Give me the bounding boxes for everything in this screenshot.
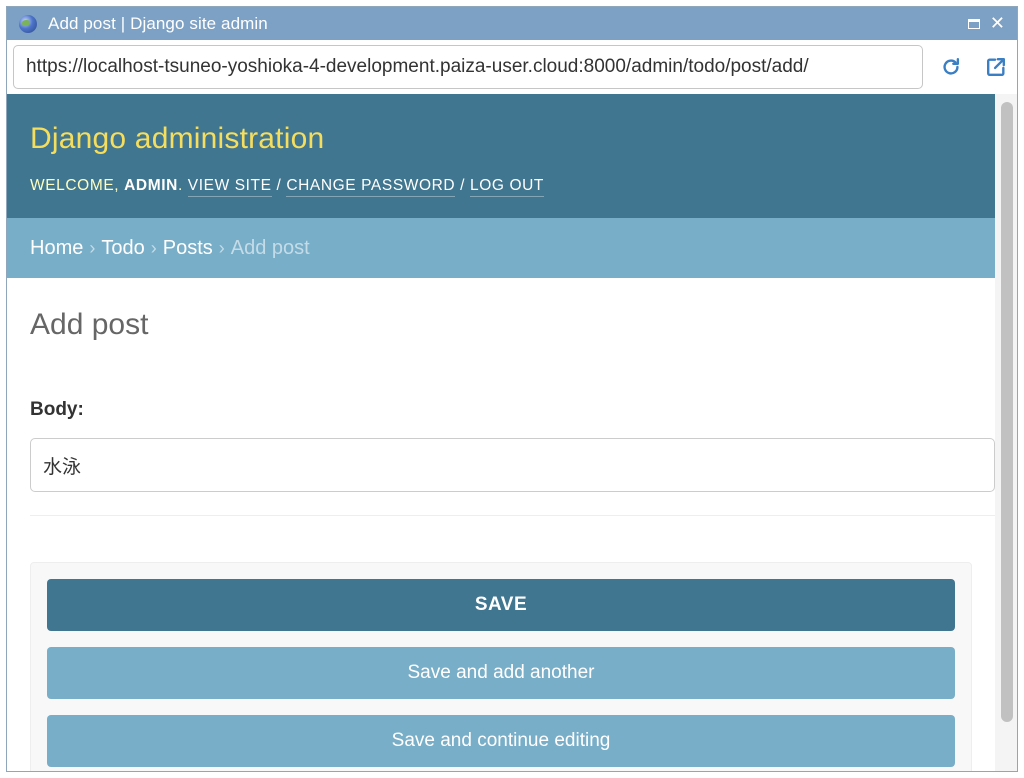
breadcrumb-home[interactable]: Home [30, 237, 83, 260]
admin-header: Django administration Welcome, admin. Vi… [7, 94, 995, 218]
separator: / [276, 177, 282, 194]
log-out-link[interactable]: Log out [470, 177, 544, 197]
save-and-continue-button[interactable]: Save and continue editing [47, 715, 955, 767]
user-tools: Welcome, admin. View site / Change passw… [30, 177, 544, 197]
period: . [177, 177, 183, 194]
save-button[interactable]: SAVE [47, 579, 955, 631]
welcome-text: Welcome, [30, 177, 120, 194]
django-admin-page: Django administration Welcome, admin. Vi… [7, 94, 995, 771]
body-input[interactable] [30, 438, 995, 492]
address-bar-row [7, 40, 1017, 94]
separator: / [460, 177, 466, 194]
globe-icon [19, 14, 37, 33]
reload-button[interactable] [937, 53, 965, 81]
body-label: Body: [30, 399, 84, 420]
external-link-icon [987, 58, 1005, 76]
user-name: admin [124, 177, 178, 194]
open-external-button[interactable] [982, 53, 1010, 81]
window-controls: ✕ [967, 7, 1005, 40]
page-title: Add post [30, 308, 149, 341]
maximize-icon[interactable] [967, 18, 980, 29]
change-password-link[interactable]: Change password [286, 177, 456, 197]
scrollbar-thumb[interactable] [1001, 102, 1013, 722]
close-icon[interactable]: ✕ [990, 14, 1005, 33]
window-title: Add post | Django site admin [48, 13, 268, 33]
breadcrumb-separator: › [150, 237, 157, 258]
divider [30, 515, 995, 516]
breadcrumb-separator: › [89, 237, 96, 258]
view-site-link[interactable]: View site [187, 177, 272, 197]
scrollbar[interactable] [995, 94, 1017, 771]
save-and-add-another-button[interactable]: Save and add another [47, 647, 955, 699]
site-name[interactable]: Django administration [30, 122, 324, 156]
breadcrumb: Home › Todo › Posts › Add post [7, 218, 995, 278]
browser-window: Add post | Django site admin ✕ Django ad… [6, 6, 1018, 772]
submit-row: SAVE Save and add another Save and conti… [30, 562, 972, 771]
breadcrumb-separator: › [218, 237, 225, 258]
reload-icon [943, 58, 960, 75]
window-titlebar[interactable]: Add post | Django site admin ✕ [7, 7, 1017, 40]
breadcrumb-current: Add post [230, 236, 310, 259]
breadcrumb-posts[interactable]: Posts [163, 237, 213, 260]
url-input[interactable] [13, 45, 923, 89]
breadcrumb-todo[interactable]: Todo [101, 237, 144, 260]
